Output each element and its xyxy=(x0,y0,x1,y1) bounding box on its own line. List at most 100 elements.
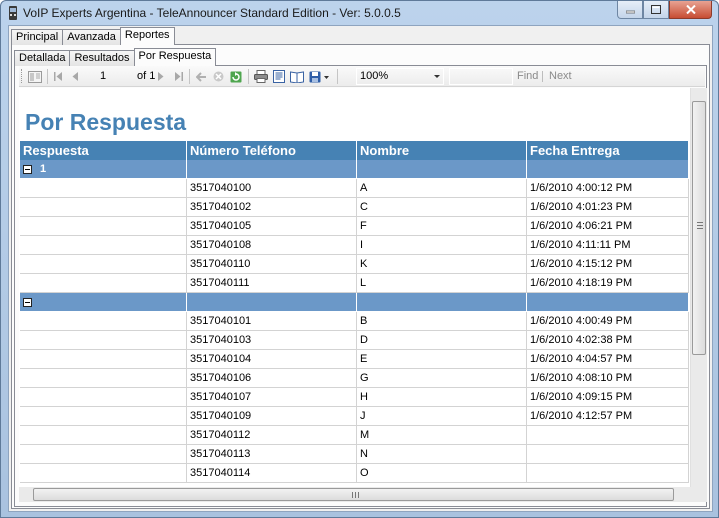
cell-numero-telefono: 3517040101 xyxy=(187,312,357,331)
collapse-toggle-icon[interactable] xyxy=(23,298,32,307)
group-cell xyxy=(357,160,527,179)
table-row: 3517040101 B 1/6/2010 4:00:49 PM xyxy=(20,312,689,331)
cell-respuesta xyxy=(20,464,187,483)
previous-page-button[interactable] xyxy=(69,69,81,84)
find-next-link[interactable]: Next xyxy=(549,70,572,82)
cell-fecha-entrega xyxy=(527,426,689,445)
first-page-icon xyxy=(53,72,62,81)
minimize-button[interactable] xyxy=(617,1,643,19)
page-setup-icon xyxy=(290,70,304,83)
horizontal-scrollbar[interactable] xyxy=(19,487,690,502)
cell-nombre: L xyxy=(357,274,527,293)
cell-respuesta xyxy=(20,388,187,407)
table-row: 3517040108 I 1/6/2010 4:11:11 PM xyxy=(20,236,689,255)
cell-fecha-entrega: 1/6/2010 4:18:19 PM xyxy=(527,274,689,293)
cell-fecha-entrega: 1/6/2010 4:06:21 PM xyxy=(527,217,689,236)
grip-icon xyxy=(352,492,359,498)
cell-numero-telefono: 3517040108 xyxy=(187,236,357,255)
cell-numero-telefono: 3517040106 xyxy=(187,369,357,388)
tab-detallada[interactable]: Detallada xyxy=(14,50,71,66)
cell-nombre: M xyxy=(357,426,527,445)
table-row: 3517040100 A 1/6/2010 4:00:12 PM xyxy=(20,179,689,198)
collapse-toggle-icon[interactable] xyxy=(23,165,32,174)
refresh-icon xyxy=(230,71,242,82)
close-button[interactable] xyxy=(669,1,712,19)
cell-fecha-entrega: 1/6/2010 4:00:49 PM xyxy=(527,312,689,331)
grip-icon xyxy=(697,222,703,229)
table-row: 3517040114 O xyxy=(20,464,689,483)
title-bar[interactable]: VoIP Experts Argentina - TeleAnnouncer S… xyxy=(1,1,718,25)
maximize-button[interactable] xyxy=(643,1,669,19)
save-disk-icon xyxy=(309,71,329,82)
refresh-button[interactable] xyxy=(229,69,243,84)
next-page-button[interactable] xyxy=(154,69,166,84)
cell-respuesta xyxy=(20,369,187,388)
cell-nombre: G xyxy=(357,369,527,388)
find-input[interactable] xyxy=(449,68,513,85)
toolbar-grip[interactable] xyxy=(21,69,24,83)
stop-button[interactable] xyxy=(211,69,225,84)
cell-respuesta xyxy=(20,217,187,236)
table-row: 3517040112 M xyxy=(20,426,689,445)
cell-respuesta xyxy=(20,198,187,217)
app-icon xyxy=(9,6,17,20)
tab-reportes[interactable]: Reportes xyxy=(119,27,175,45)
tab-principal[interactable]: Principal xyxy=(11,29,64,45)
table-row: 3517040113 N xyxy=(20,445,689,464)
cell-numero-telefono: 3517040105 xyxy=(187,217,357,236)
cell-nombre: N xyxy=(357,445,527,464)
zoom-select[interactable]: 100% xyxy=(356,68,444,85)
last-page-icon xyxy=(174,72,183,81)
cell-fecha-entrega: 1/6/2010 4:08:10 PM xyxy=(527,369,689,388)
cell-fecha-entrega xyxy=(527,445,689,464)
tab-resultados[interactable]: Resultados xyxy=(69,50,135,66)
cell-nombre: J xyxy=(357,407,527,426)
table-row: 3517040102 C 1/6/2010 4:01:23 PM xyxy=(20,198,689,217)
group-cell xyxy=(527,160,689,179)
export-button[interactable] xyxy=(307,69,331,84)
cell-respuesta xyxy=(20,236,187,255)
horizontal-scroll-thumb[interactable] xyxy=(33,488,674,501)
column-header-fecha-entrega: Fecha Entrega xyxy=(527,141,689,160)
cell-respuesta xyxy=(20,445,187,464)
report-viewer: Por Respuesta Respuesta Número Teléfono … xyxy=(19,88,690,487)
vertical-scroll-thumb[interactable] xyxy=(692,101,706,355)
page-setup-button[interactable] xyxy=(289,69,305,84)
group-row: 1 xyxy=(20,160,689,179)
cell-fecha-entrega: 1/6/2010 4:02:38 PM xyxy=(527,331,689,350)
first-page-button[interactable] xyxy=(52,69,64,84)
maximize-icon xyxy=(651,5,661,14)
back-button[interactable] xyxy=(194,69,208,84)
column-header-numero-telefono: Número Teléfono xyxy=(187,141,357,160)
group-cell-respuesta xyxy=(20,293,187,312)
cell-numero-telefono: 3517040104 xyxy=(187,350,357,369)
column-header-nombre: Nombre xyxy=(357,141,527,160)
page-number-input[interactable]: 1 xyxy=(97,69,131,84)
last-page-button[interactable] xyxy=(172,69,184,84)
group-cell xyxy=(187,293,357,312)
cell-nombre: K xyxy=(357,255,527,274)
cell-respuesta xyxy=(20,274,187,293)
cell-fecha-entrega: 1/6/2010 4:04:57 PM xyxy=(527,350,689,369)
tab-por-respuesta[interactable]: Por Respuesta xyxy=(133,48,217,66)
cell-fecha-entrega: 1/6/2010 4:12:57 PM xyxy=(527,407,689,426)
cell-nombre: O xyxy=(357,464,527,483)
vertical-scrollbar[interactable] xyxy=(690,88,707,487)
toolbar-separator xyxy=(337,69,338,84)
print-layout-button[interactable] xyxy=(271,69,287,84)
document-map-button[interactable] xyxy=(27,69,43,84)
print-button[interactable] xyxy=(253,69,269,84)
document-map-icon xyxy=(28,70,42,83)
cell-numero-telefono: 3517040109 xyxy=(187,407,357,426)
find-link[interactable]: Find xyxy=(517,70,538,82)
cell-respuesta xyxy=(20,350,187,369)
group-label: 1 xyxy=(40,163,47,175)
cell-respuesta xyxy=(20,426,187,445)
cell-nombre: A xyxy=(357,179,527,198)
cell-numero-telefono: 3517040107 xyxy=(187,388,357,407)
tab-avanzada[interactable]: Avanzada xyxy=(62,29,121,45)
toolbar-separator xyxy=(542,71,543,82)
cell-numero-telefono: 3517040110 xyxy=(187,255,357,274)
previous-page-icon xyxy=(72,72,78,81)
table-row: 3517040107 H 1/6/2010 4:09:15 PM xyxy=(20,388,689,407)
